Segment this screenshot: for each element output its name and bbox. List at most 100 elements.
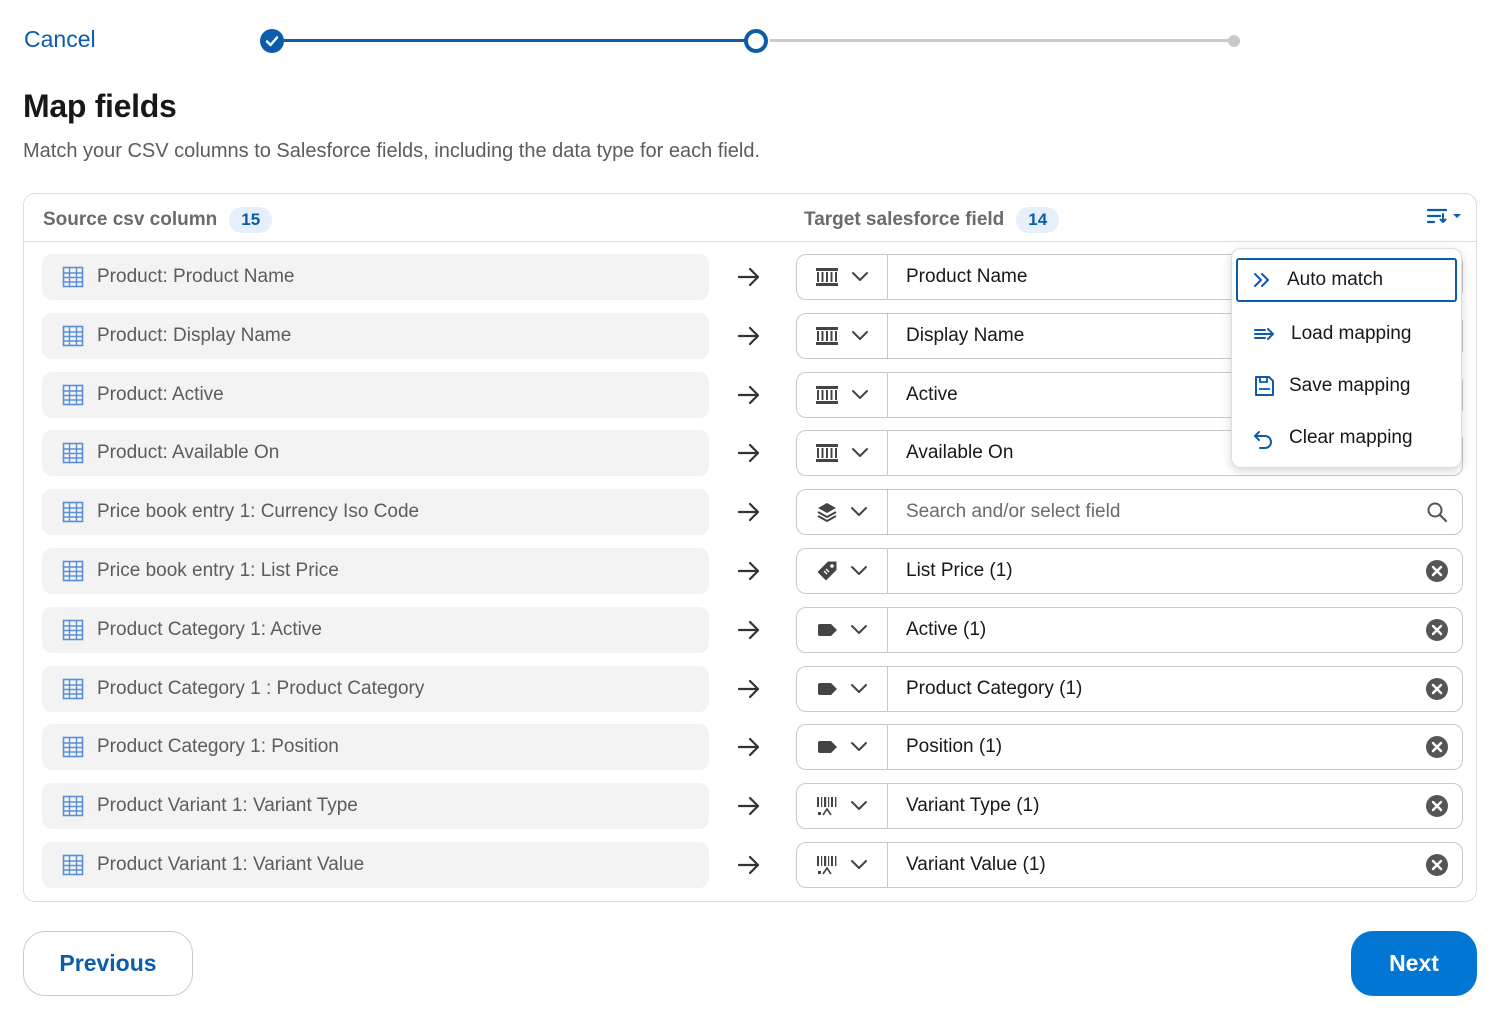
mapping-options-icon (1426, 208, 1448, 224)
mapping-arrow (737, 854, 761, 881)
data-type-selector[interactable] (797, 784, 888, 829)
clear-icon (1426, 736, 1448, 759)
clear-field-button[interactable] (1412, 618, 1462, 642)
source-column-label: Product Variant 1: Variant Type (97, 795, 358, 817)
progress-line-incomplete (770, 39, 1232, 42)
price-tag-icon (817, 561, 837, 581)
mapping-row: Product Category 1: Position Position (1) (24, 724, 1476, 772)
arrow-right-icon (737, 385, 760, 404)
target-field-combobox[interactable]: Position (1) (796, 724, 1463, 771)
previous-button[interactable]: Previous (23, 931, 193, 996)
mapping-options-menu: Auto match Load mapping Save mapping Clear … (1231, 248, 1462, 468)
mapping-options-button[interactable] (1426, 206, 1462, 226)
mapping-row: Price book entry 1: List Price List Price… (24, 548, 1476, 596)
clear-field-button[interactable] (1412, 559, 1462, 583)
target-field-combobox[interactable]: Variant Type (1) (796, 783, 1463, 830)
data-type-selector[interactable] (797, 666, 888, 711)
data-type-selector[interactable] (797, 431, 888, 476)
chevron-down-icon (851, 507, 867, 517)
target-field-value[interactable]: Variant Type (1) (888, 795, 1412, 817)
mapping-arrow (737, 442, 761, 469)
source-column-cell: Product: Active (42, 371, 709, 418)
chevron-down-icon (851, 742, 867, 752)
csv-column-icon (62, 854, 84, 876)
data-type-selector[interactable] (797, 255, 888, 299)
target-field-combobox[interactable]: Active (1) (796, 606, 1463, 653)
chevron-down-icon (852, 330, 868, 340)
target-field-search-input[interactable]: Search and/or select field (888, 501, 1412, 523)
label-tag-icon (818, 682, 837, 695)
clear-field-button[interactable] (1412, 677, 1462, 701)
chevron-down-icon (852, 389, 868, 399)
menu-save-mapping-item[interactable]: Save mapping (1236, 360, 1457, 412)
data-type-selector[interactable] (797, 490, 888, 535)
clear-icon (1426, 795, 1448, 818)
progress-line-complete (274, 39, 756, 42)
field-search-button[interactable] (1412, 501, 1462, 523)
progress-step-upcoming[interactable] (1228, 35, 1240, 47)
source-column-cell: Product Category 1: Active (42, 606, 709, 653)
data-type-selector[interactable] (797, 607, 888, 652)
progress-step-completed[interactable] (260, 29, 284, 53)
data-type-selector[interactable] (797, 313, 888, 358)
source-column-label: Price book entry 1: List Price (97, 560, 339, 581)
double-chevron-right-icon (1254, 273, 1269, 287)
menu-auto-match-item[interactable]: Auto match (1236, 258, 1457, 302)
cancel-link[interactable]: Cancel (24, 26, 96, 53)
source-column-label: Product: Available On (97, 442, 280, 464)
mapping-arrow (737, 266, 761, 293)
source-column-cell: Product: Available On (42, 430, 709, 477)
source-column-label: Product: Active (97, 383, 224, 405)
clear-field-button[interactable] (1412, 853, 1462, 877)
source-column-cell: Price book entry 1: List Price (42, 548, 709, 594)
arrow-right-icon (737, 620, 760, 639)
chevron-down-icon (852, 272, 868, 281)
progress-step-current[interactable] (744, 29, 768, 53)
menu-item-label: Clear mapping (1289, 427, 1413, 448)
arrow-right-icon (737, 855, 760, 875)
text-type-icon (816, 268, 838, 286)
barcode-icon (817, 856, 837, 875)
target-field-value[interactable]: Position (1) (888, 736, 1412, 758)
label-tag-icon (818, 741, 837, 754)
data-type-selector[interactable] (797, 843, 888, 887)
csv-column-icon (62, 560, 84, 582)
data-type-selector[interactable] (797, 725, 888, 770)
mapping-row: Product Category 1: Active Active (1) (24, 606, 1476, 655)
csv-column-icon (62, 325, 84, 347)
arrow-right-icon (737, 326, 760, 345)
source-header-label: Source csv column (43, 209, 218, 230)
data-type-selector[interactable] (797, 372, 888, 417)
arrow-right-icon (737, 797, 760, 816)
source-column-cell: Product Category 1: Position (42, 724, 709, 771)
source-column-label: Product: Display Name (97, 324, 292, 346)
source-column-cell: Product Variant 1: Variant Value (42, 842, 709, 888)
target-field-combobox[interactable]: List Price (1) (796, 548, 1463, 594)
target-field-combobox[interactable]: Product Category (1) (796, 665, 1463, 712)
clear-icon (1426, 560, 1448, 582)
text-type-icon (816, 444, 838, 463)
chevron-down-icon (851, 860, 867, 869)
mapping-arrow (737, 678, 761, 705)
target-field-value[interactable]: Variant Value (1) (888, 854, 1412, 876)
menu-clear-mapping-item[interactable]: Clear mapping (1236, 412, 1457, 464)
mapping-arrow (737, 560, 761, 587)
next-button[interactable]: Next (1351, 931, 1477, 996)
source-column-cell: Price book entry 1: Currency Iso Code (42, 489, 709, 536)
mapping-row: Product Variant 1: Variant Type Variant T… (24, 783, 1476, 831)
target-field-value[interactable]: Active (1) (888, 619, 1412, 641)
data-type-selector[interactable] (797, 549, 888, 593)
menu-item-label: Save mapping (1289, 375, 1411, 396)
target-field-combobox[interactable]: Search and/or select field (796, 489, 1463, 536)
arrow-right-icon (737, 561, 760, 581)
target-field-value[interactable]: Product Category (1) (888, 678, 1412, 700)
target-field-header: Target salesforce field 14 (804, 207, 1060, 233)
clear-field-button[interactable] (1412, 794, 1462, 818)
mapping-row: Price book entry 1: Currency Iso Code Sea… (24, 489, 1476, 537)
target-field-value[interactable]: List Price (1) (888, 560, 1412, 582)
menu-load-mapping-item[interactable]: Load mapping (1236, 308, 1457, 360)
target-field-combobox[interactable]: Variant Value (1) (796, 842, 1463, 888)
clear-field-button[interactable] (1412, 735, 1462, 759)
mapping-arrow (737, 384, 761, 411)
arrow-right-icon (737, 444, 760, 463)
